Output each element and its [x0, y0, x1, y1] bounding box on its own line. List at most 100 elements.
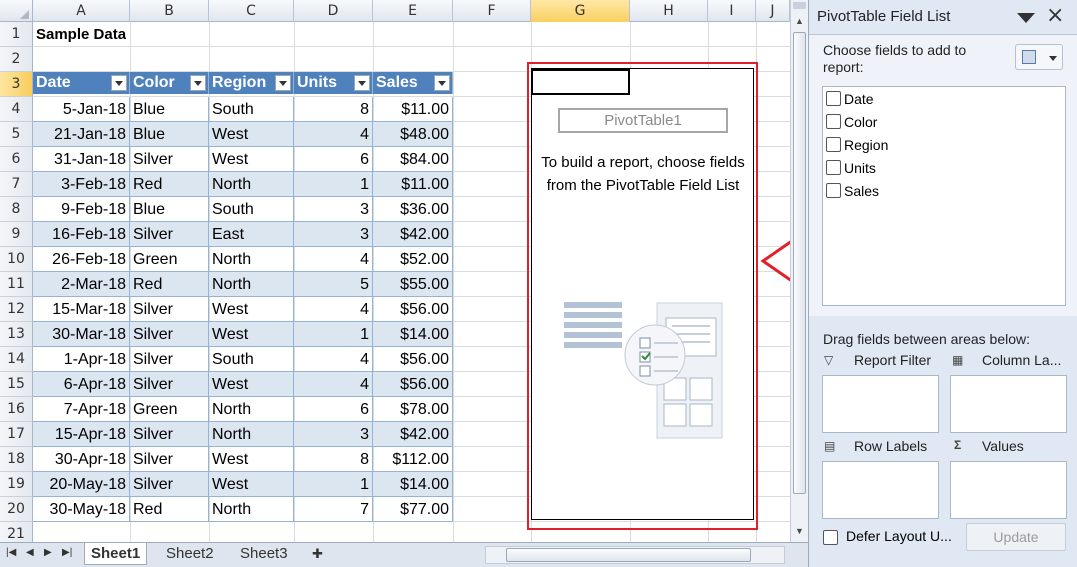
table-cell[interactable]: 8: [294, 97, 373, 122]
table-cell[interactable]: 5-Jan-18: [33, 97, 130, 122]
table-cell[interactable]: 4: [294, 347, 373, 372]
row-header[interactable]: 20: [0, 497, 33, 522]
table-cell[interactable]: Silver: [130, 447, 209, 472]
table-cell[interactable]: North: [209, 422, 294, 447]
field-checkbox[interactable]: [826, 114, 841, 129]
row-labels-dropzone[interactable]: [822, 461, 939, 519]
column-header-g[interactable]: G: [531, 0, 630, 22]
row-header[interactable]: 2: [0, 47, 33, 72]
table-cell[interactable]: 26-Feb-18: [33, 247, 130, 272]
table-cell[interactable]: 1: [294, 472, 373, 497]
table-cell[interactable]: $78.00: [373, 397, 453, 422]
table-cell[interactable]: 15-Apr-18: [33, 422, 130, 447]
defer-layout-checkbox[interactable]: [823, 530, 838, 545]
tab-sheet1[interactable]: Sheet1: [84, 543, 148, 565]
table-cell[interactable]: East: [209, 222, 294, 247]
table-cell[interactable]: $14.00: [373, 472, 453, 497]
row-header[interactable]: 14: [0, 347, 33, 372]
horizontal-scrollbar[interactable]: [485, 546, 785, 564]
table-cell[interactable]: South: [209, 197, 294, 222]
row-header[interactable]: 13: [0, 322, 33, 347]
table-cell[interactable]: South: [209, 97, 294, 122]
column-header-c[interactable]: C: [209, 0, 294, 22]
row-header[interactable]: 1: [0, 22, 33, 47]
table-cell[interactable]: 8: [294, 447, 373, 472]
column-labels-dropzone[interactable]: [950, 375, 1067, 433]
report-filter-dropzone[interactable]: [822, 375, 939, 433]
field-checkbox[interactable]: [826, 137, 841, 152]
column-header-b[interactable]: B: [130, 0, 209, 22]
table-cell[interactable]: $56.00: [373, 372, 453, 397]
table-cell[interactable]: West: [209, 147, 294, 172]
table-cell[interactable]: 6: [294, 397, 373, 422]
table-cell[interactable]: 5: [294, 272, 373, 297]
table-cell[interactable]: Green: [130, 397, 209, 422]
table-cell[interactable]: 6-Apr-18: [33, 372, 130, 397]
table-cell[interactable]: 15-Mar-18: [33, 297, 130, 322]
layout-options-button[interactable]: [1015, 44, 1063, 70]
first-sheet-icon[interactable]: |◀: [6, 547, 16, 558]
row-header[interactable]: 9: [0, 222, 33, 247]
table-cell[interactable]: $77.00: [373, 497, 453, 522]
column-header-d[interactable]: D: [294, 0, 373, 22]
table-cell[interactable]: 9-Feb-18: [33, 197, 130, 222]
last-sheet-icon[interactable]: ▶|: [62, 547, 72, 558]
insert-sheet-icon[interactable]: ✚: [306, 543, 329, 565]
table-header-date[interactable]: Date: [33, 72, 130, 94]
table-cell[interactable]: North: [209, 247, 294, 272]
row-header[interactable]: 3: [0, 72, 33, 97]
row-header[interactable]: 18: [0, 447, 33, 472]
values-dropzone[interactable]: [950, 461, 1067, 519]
select-all-corner[interactable]: [0, 0, 33, 22]
worksheet-grid[interactable]: A B C D E F G H I J 1 2 3 4 5 6 7 8 9 10 11 12 13 14 1…: [0, 0, 790, 542]
table-cell[interactable]: 4: [294, 247, 373, 272]
table-cell[interactable]: North: [209, 272, 294, 297]
scroll-up-button[interactable]: ▲: [791, 12, 808, 30]
table-cell[interactable]: 3: [294, 422, 373, 447]
column-header-f[interactable]: F: [453, 0, 531, 22]
table-cell[interactable]: $56.00: [373, 297, 453, 322]
table-cell[interactable]: 1-Apr-18: [33, 347, 130, 372]
table-cell[interactable]: $42.00: [373, 222, 453, 247]
table-cell[interactable]: 20-May-18: [33, 472, 130, 497]
table-cell[interactable]: $36.00: [373, 197, 453, 222]
table-cell[interactable]: South: [209, 347, 294, 372]
table-cell[interactable]: West: [209, 372, 294, 397]
table-cell[interactable]: 30-Mar-18: [33, 322, 130, 347]
table-cell[interactable]: $55.00: [373, 272, 453, 297]
table-cell[interactable]: $11.00: [373, 172, 453, 197]
scrollbar-thumb[interactable]: [793, 32, 806, 494]
row-header[interactable]: 19: [0, 472, 33, 497]
row-header[interactable]: 17: [0, 422, 33, 447]
row-header[interactable]: 15: [0, 372, 33, 397]
split-handle-icon[interactable]: [793, 2, 806, 9]
table-cell[interactable]: 4: [294, 297, 373, 322]
scroll-down-button[interactable]: ▼: [791, 522, 808, 540]
table-cell[interactable]: $42.00: [373, 422, 453, 447]
table-cell[interactable]: $112.00: [373, 447, 453, 472]
filter-dropdown-icon[interactable]: [275, 75, 291, 91]
row-header[interactable]: 6: [0, 147, 33, 172]
table-cell[interactable]: Red: [130, 272, 209, 297]
table-header-color[interactable]: Color: [130, 72, 209, 94]
table-cell[interactable]: 3-Feb-18: [33, 172, 130, 197]
table-header-sales[interactable]: Sales: [373, 72, 453, 94]
table-header-region[interactable]: Region: [209, 72, 294, 94]
table-cell[interactable]: $48.00: [373, 122, 453, 147]
table-cell[interactable]: Silver: [130, 372, 209, 397]
row-header[interactable]: 16: [0, 397, 33, 422]
filter-dropdown-icon[interactable]: [354, 75, 370, 91]
row-header[interactable]: 4: [0, 97, 33, 122]
table-cell[interactable]: $84.00: [373, 147, 453, 172]
table-cell[interactable]: North: [209, 397, 294, 422]
table-cell[interactable]: 6: [294, 147, 373, 172]
table-cell[interactable]: Silver: [130, 297, 209, 322]
tab-sheet2[interactable]: Sheet2: [160, 543, 220, 565]
table-cell[interactable]: 4: [294, 372, 373, 397]
table-header-units[interactable]: Units: [294, 72, 373, 94]
row-header[interactable]: 11: [0, 272, 33, 297]
table-cell[interactable]: North: [209, 172, 294, 197]
table-cell[interactable]: West: [209, 322, 294, 347]
table-cell[interactable]: West: [209, 122, 294, 147]
row-header[interactable]: 8: [0, 197, 33, 222]
